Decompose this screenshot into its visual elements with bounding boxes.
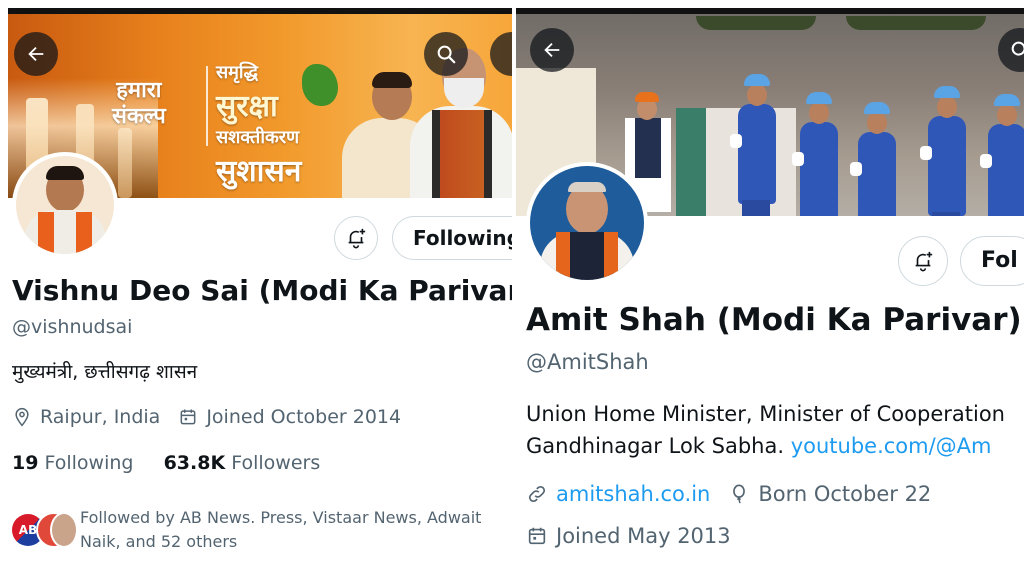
profile-handle: @AmitShah <box>526 350 649 374</box>
profile-meta: Raipur, India Joined October 2014 <box>12 406 401 428</box>
following-button[interactable]: Fol <box>960 236 1024 286</box>
calendar-icon <box>178 407 198 427</box>
banner-line: सुशासन <box>216 154 302 189</box>
waterfall-stream <box>118 128 132 198</box>
followed-by-avatars: AB <box>10 512 78 548</box>
followed-by-row[interactable]: AB Followed by AB News. Press, Vistaar N… <box>10 506 510 556</box>
arrow-left-icon <box>544 42 560 58</box>
avatar[interactable] <box>12 152 118 258</box>
bell-plus-icon <box>915 251 933 272</box>
left-profile-panel: हमारा संकल्प समृद्धि सुरक्षा सशक्तीकरण स… <box>0 0 512 575</box>
following-button[interactable]: Following <box>392 216 512 260</box>
bystander <box>676 108 706 216</box>
banner-slogan: हमारा संकल्प <box>112 78 166 130</box>
following-link[interactable]: 19 Following <box>12 452 133 474</box>
search-button[interactable] <box>424 32 468 76</box>
following-count: 19 <box>12 452 39 474</box>
bio-line: Gandhinagar Lok Sabha. youtube.com/@Am <box>526 430 1005 462</box>
following-label: Following <box>44 452 134 474</box>
state-map-emblem <box>302 64 338 106</box>
notification-button[interactable] <box>898 236 948 286</box>
arrow-left-icon <box>28 46 44 62</box>
soldier <box>980 94 1024 216</box>
top-strip <box>8 8 512 14</box>
profile-joined: Joined May 2013 <box>556 524 731 548</box>
banner-line: हमारा <box>116 78 162 103</box>
profile-website[interactable]: amitshah.co.in <box>556 482 710 506</box>
bio-link[interactable]: youtube.com/@Am <box>791 434 992 458</box>
soldier <box>730 74 776 216</box>
avatar[interactable] <box>526 162 648 284</box>
profile-joined: Joined October 2014 <box>206 406 402 428</box>
bio-text: Gandhinagar Lok Sabha. <box>526 434 785 458</box>
banner-line: संकल्प <box>112 104 166 129</box>
profile-bio: मुख्यमंत्री, छत्तीसगढ़ शासन <box>12 361 198 383</box>
followed-by-line: Naik, and 52 others <box>80 532 238 551</box>
profile-stats: 19 Following 63.8K Followers <box>12 452 320 474</box>
followers-count: 63.8K <box>163 452 226 474</box>
banner-separator <box>206 66 208 146</box>
notification-button[interactable] <box>334 216 378 260</box>
profile-meta: amitshah.co.in Born October 22 <box>526 482 931 506</box>
balloon-icon <box>728 483 750 505</box>
profile-name: Vishnu Deo Sai (Modi Ka Parivar) <box>12 274 512 307</box>
banner-line: सुरक्षा <box>216 89 278 124</box>
banner-line: समृद्धि <box>216 62 258 83</box>
profile-name: Amit Shah (Modi Ka Parivar) <box>526 302 1022 338</box>
soldier <box>850 102 896 216</box>
avatar-photo <box>530 166 644 280</box>
followers-link[interactable]: 63.8K Followers <box>164 452 321 474</box>
bell-plus-icon <box>348 228 366 249</box>
profile-birthday: Born October 22 <box>758 482 932 506</box>
back-button[interactable] <box>14 32 58 76</box>
profile-handle: @vishnudsai <box>12 316 133 338</box>
soldier <box>792 92 838 216</box>
location-pin-icon <box>12 407 32 427</box>
profile-meta: Joined May 2013 <box>526 524 731 548</box>
calendar-icon <box>526 525 548 547</box>
followed-by-text: Followed by AB News. Press, Vistaar News… <box>80 506 481 554</box>
right-profile-panel: Fol Amit Shah (Modi Ka Parivar) @AmitSha… <box>516 0 1024 575</box>
banner-line: सशक्तीकरण <box>216 127 300 148</box>
avatar-photo <box>16 156 114 254</box>
back-button[interactable] <box>530 28 574 72</box>
search-icon <box>1011 41 1024 56</box>
bio-line: Union Home Minister, Minister of Coopera… <box>526 402 1005 426</box>
soldier <box>920 86 966 216</box>
profile-location: Raipur, India <box>40 406 161 428</box>
link-icon <box>526 483 548 505</box>
search-icon <box>437 45 456 64</box>
garland <box>696 16 816 30</box>
followers-label: Followers <box>231 452 321 474</box>
followed-avatar <box>50 512 78 548</box>
top-strip <box>516 8 1024 14</box>
banner-values: समृद्धि सुरक्षा सशक्तीकरण सुशासन <box>216 60 301 190</box>
followed-by-line: Followed by AB News. Press, Vistaar News… <box>80 508 482 527</box>
garland <box>846 16 986 30</box>
profile-bio: Union Home Minister, Minister of Coopera… <box>526 398 1005 462</box>
